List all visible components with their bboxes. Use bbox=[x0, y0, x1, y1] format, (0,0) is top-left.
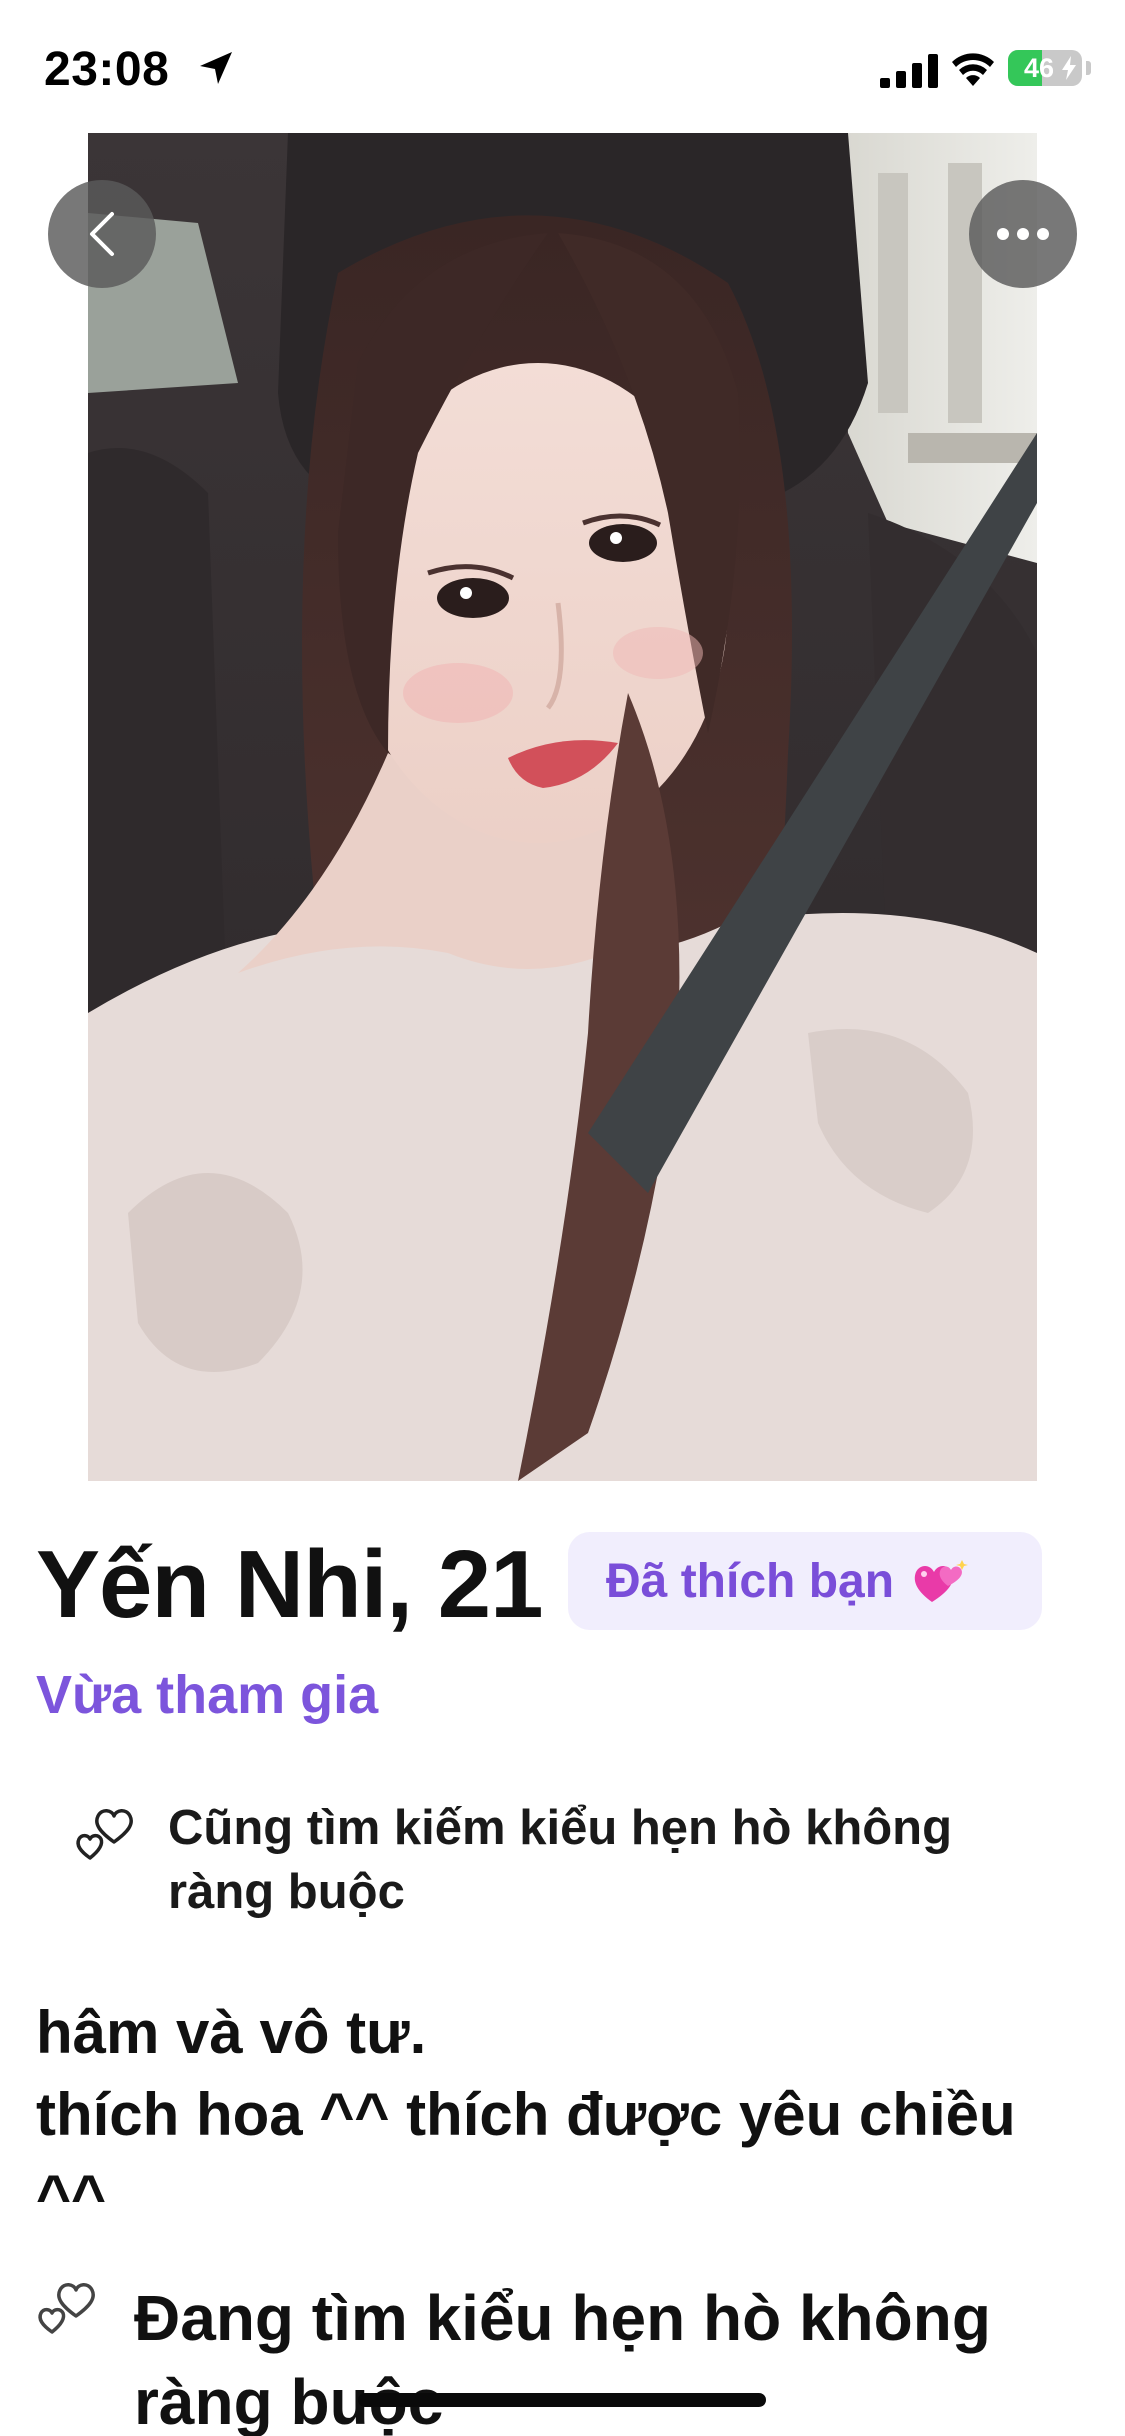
profile-name-age: Yến Nhi, 21 bbox=[36, 1531, 543, 1638]
battery-indicator: 46 bbox=[1008, 50, 1082, 86]
profile-photo[interactable] bbox=[88, 133, 1037, 1481]
status-bar: 23:08 46 bbox=[0, 0, 1125, 130]
cellular-signal-icon bbox=[880, 54, 938, 88]
more-dots-icon bbox=[997, 228, 1049, 240]
charging-bolt-icon bbox=[1062, 56, 1076, 80]
liked-you-badge: Đã thích bạn bbox=[568, 1532, 1042, 1630]
profile-screen: 23:08 46 Yến Nhi, 21 Đã thích bạn Vừa th… bbox=[0, 0, 1125, 2436]
looking-for-short: Cũng tìm kiếm kiểu hẹn hò không ràng buộ… bbox=[168, 1801, 953, 1919]
liked-you-label: Đã thích bạn bbox=[606, 1554, 895, 1608]
hearts-outline-icon-large bbox=[38, 2283, 95, 2334]
location-arrow-icon bbox=[200, 52, 232, 84]
chevron-left-icon bbox=[90, 212, 114, 256]
profile-photo-illustration bbox=[88, 133, 1037, 1481]
status-time: 23:08 bbox=[44, 43, 170, 96]
looking-for-heading: Đang tìm kiểu hẹn hò không ràng buộc bbox=[134, 2282, 991, 2436]
heart-emoji-icon bbox=[914, 1560, 969, 1602]
back-button[interactable] bbox=[48, 180, 156, 288]
more-options-button[interactable] bbox=[969, 180, 1077, 288]
battery-cap bbox=[1086, 61, 1091, 75]
status-just-joined: Vừa tham gia bbox=[36, 1665, 379, 1725]
home-indicator[interactable] bbox=[358, 2393, 766, 2407]
wifi-icon bbox=[952, 53, 994, 86]
profile-bio: hâm và vô tư. thích hoa ^^ thích được yê… bbox=[36, 1999, 1016, 2230]
hearts-outline-icon bbox=[76, 1809, 133, 1860]
